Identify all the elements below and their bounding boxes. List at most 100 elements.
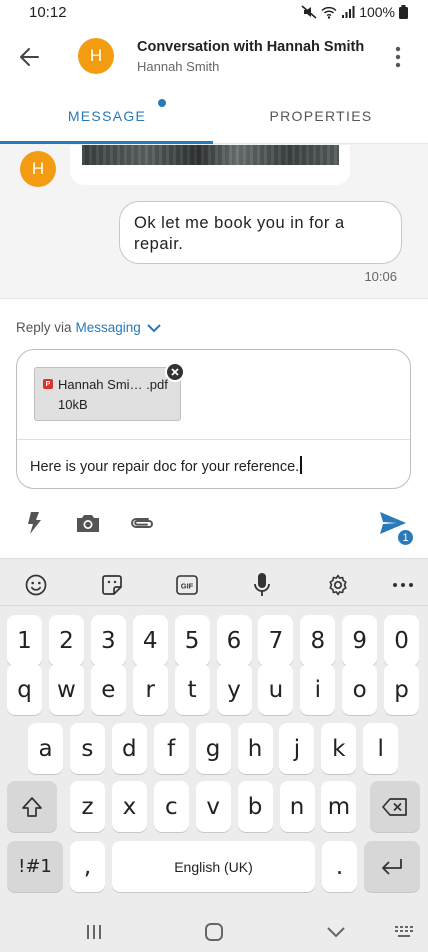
- attach-file-button[interactable]: [128, 509, 156, 537]
- key-5[interactable]: 5: [174, 615, 210, 666]
- key-o[interactable]: o: [342, 664, 378, 715]
- comma-key[interactable]: ,: [70, 841, 105, 892]
- key-k[interactable]: k: [321, 723, 357, 774]
- mic-icon: [254, 573, 270, 596]
- key-x[interactable]: x: [111, 781, 147, 832]
- paperclip-icon: [131, 518, 153, 528]
- battery-level: 100%: [359, 4, 395, 20]
- shift-key[interactable]: [7, 781, 57, 832]
- home-button[interactable]: [202, 920, 226, 944]
- key-e[interactable]: e: [90, 664, 126, 715]
- key-l[interactable]: l: [363, 723, 399, 774]
- system-navigation-bar: [0, 910, 428, 952]
- message-input-text: Here is your repair doc for your referen…: [30, 459, 300, 475]
- gif-button[interactable]: GIF: [173, 571, 201, 599]
- reply-channel-selector[interactable]: Reply via Messaging: [16, 320, 163, 335]
- camera-icon: [77, 515, 99, 532]
- conversation-thread[interactable]: H Ok let me book you in for a repair. 10…: [0, 145, 428, 298]
- tab-properties[interactable]: PROPERTIES: [214, 88, 428, 144]
- gear-icon: [329, 574, 347, 596]
- enter-key[interactable]: [364, 841, 420, 892]
- contact-name: Hannah Smith: [137, 59, 220, 74]
- compose-box: P Hannah Smi… .pdf 10kB Here is your rep…: [16, 349, 411, 489]
- key-1[interactable]: 1: [7, 615, 42, 666]
- key-h[interactable]: h: [237, 723, 273, 774]
- key-i[interactable]: i: [300, 664, 336, 715]
- page-title: Conversation with Hannah Smith: [137, 39, 365, 55]
- back-button[interactable]: [16, 43, 44, 71]
- key-7[interactable]: 7: [258, 615, 294, 666]
- active-tab-indicator: [0, 141, 213, 144]
- home-icon: [205, 923, 223, 941]
- pdf-icon: P: [43, 379, 53, 389]
- close-icon: [171, 368, 179, 376]
- attachment-size: 10kB: [58, 397, 88, 412]
- hide-keyboard-button[interactable]: [324, 920, 348, 944]
- key-z[interactable]: z: [70, 781, 105, 832]
- text-cursor: [300, 456, 303, 474]
- tab-message[interactable]: MESSAGE: [0, 88, 214, 144]
- reply-channel-value[interactable]: Messaging: [76, 320, 141, 335]
- emoji-button[interactable]: [22, 571, 50, 599]
- status-icons: 100%: [301, 4, 408, 20]
- key-b[interactable]: b: [237, 781, 273, 832]
- lightning-icon: [28, 512, 41, 534]
- image-attachment-thumbnail[interactable]: [82, 145, 339, 165]
- key-g[interactable]: g: [195, 723, 231, 774]
- wifi-icon: [321, 6, 337, 19]
- status-time: 10:12: [29, 4, 67, 21]
- attachment-chip[interactable]: P Hannah Smi… .pdf 10kB: [34, 367, 181, 421]
- key-y[interactable]: y: [216, 664, 252, 715]
- key-2[interactable]: 2: [48, 615, 84, 666]
- symbols-key[interactable]: !#1: [7, 841, 63, 892]
- battery-icon: [399, 5, 408, 19]
- key-n[interactable]: n: [279, 781, 315, 832]
- key-3[interactable]: 3: [90, 615, 126, 666]
- sticker-icon: [102, 575, 122, 595]
- key-p[interactable]: p: [384, 664, 420, 715]
- key-j[interactable]: j: [279, 723, 315, 774]
- remove-attachment-button[interactable]: [165, 362, 185, 382]
- incoming-image-message[interactable]: [70, 145, 350, 185]
- mute-icon: [301, 5, 317, 19]
- key-w[interactable]: w: [48, 664, 84, 715]
- key-6[interactable]: 6: [216, 615, 252, 666]
- more-options-button[interactable]: [386, 45, 410, 69]
- backspace-key[interactable]: [370, 781, 420, 832]
- key-m[interactable]: m: [321, 781, 357, 832]
- quick-actions-button[interactable]: [20, 509, 48, 537]
- key-v[interactable]: v: [195, 781, 231, 832]
- key-u[interactable]: u: [258, 664, 294, 715]
- enter-icon: [382, 858, 402, 875]
- key-c[interactable]: c: [153, 781, 189, 832]
- keyboard-icon: [395, 926, 413, 937]
- period-key[interactable]: .: [322, 841, 357, 892]
- contact-avatar[interactable]: H: [78, 38, 114, 74]
- keyboard-toolbar-divider: [0, 605, 428, 606]
- key-s[interactable]: s: [69, 723, 105, 774]
- keyboard-more-button[interactable]: [389, 571, 417, 599]
- key-q[interactable]: q: [7, 664, 42, 715]
- message-input[interactable]: Here is your repair doc for your referen…: [30, 456, 303, 475]
- key-r[interactable]: r: [132, 664, 168, 715]
- voice-input-button[interactable]: [248, 571, 276, 599]
- keyboard-settings-button[interactable]: [324, 571, 352, 599]
- signal-icon: [342, 5, 355, 18]
- space-key[interactable]: English (UK): [112, 841, 315, 892]
- status-bar: 10:12 100%: [0, 0, 428, 26]
- key-8[interactable]: 8: [300, 615, 336, 666]
- key-f[interactable]: f: [153, 723, 189, 774]
- key-t[interactable]: t: [174, 664, 210, 715]
- key-0[interactable]: 0: [384, 615, 420, 666]
- key-d[interactable]: d: [111, 723, 147, 774]
- unread-dot: [158, 99, 166, 107]
- outgoing-message-bubble[interactable]: Ok let me book you in for a repair.: [119, 201, 402, 264]
- key-a[interactable]: a: [28, 723, 63, 774]
- camera-button[interactable]: [74, 509, 102, 537]
- sticker-button[interactable]: [98, 571, 126, 599]
- keyboard-switch-button[interactable]: [392, 920, 416, 944]
- recent-apps-button[interactable]: [82, 920, 106, 944]
- key-9[interactable]: 9: [342, 615, 378, 666]
- key-4[interactable]: 4: [132, 615, 168, 666]
- send-count-badge: 1: [396, 528, 415, 547]
